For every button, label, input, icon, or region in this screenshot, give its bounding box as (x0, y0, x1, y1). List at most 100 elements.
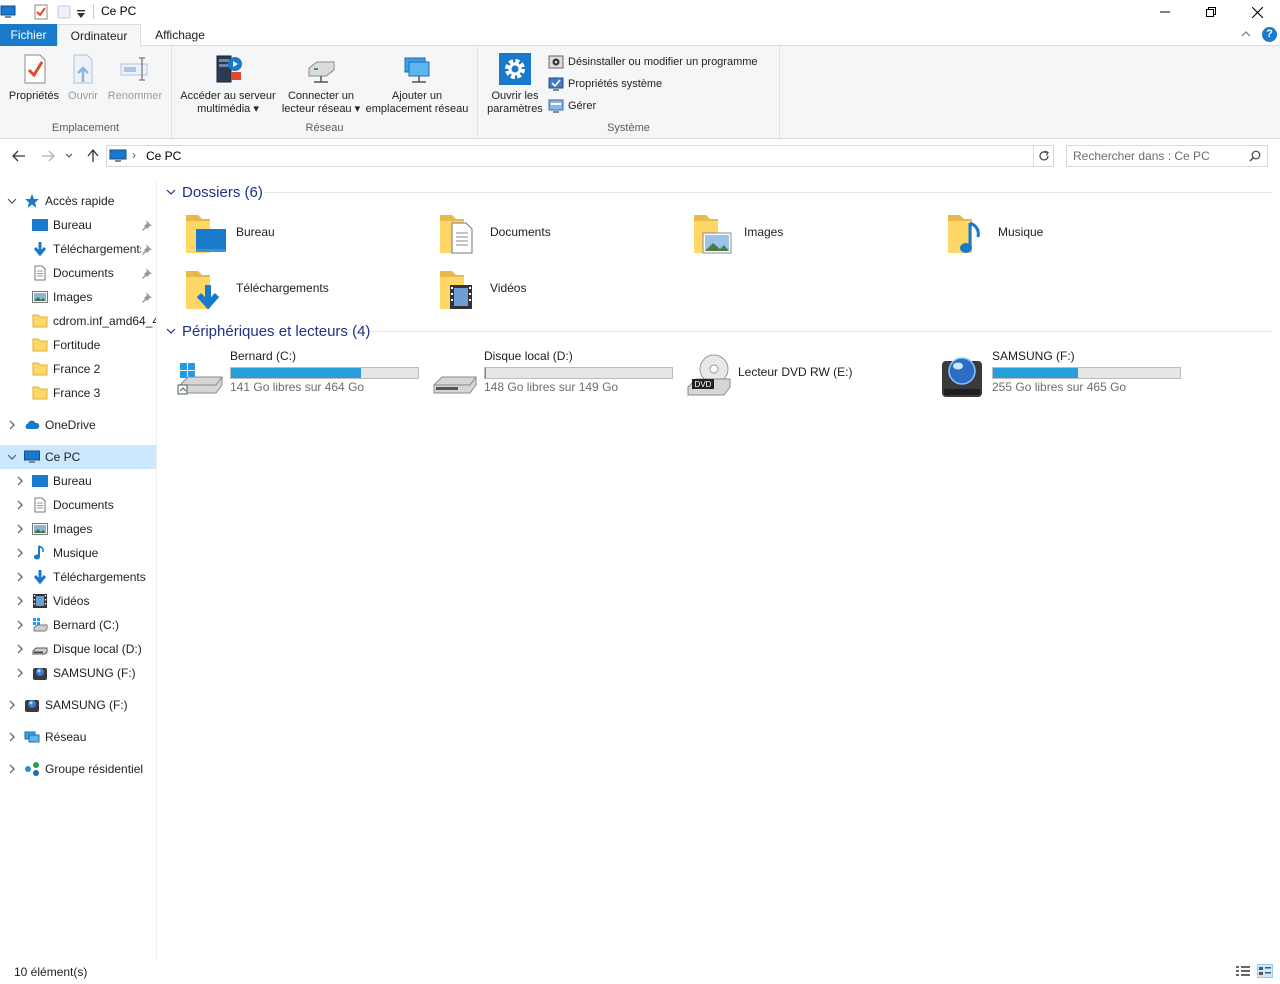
folders-group-header[interactable]: Dossiers (6) (166, 181, 263, 203)
folder-tile-videos[interactable]: Vidéos (436, 265, 676, 313)
folder-tile-documents[interactable]: Documents (436, 209, 676, 257)
tiles-view-icon[interactable] (1257, 964, 1273, 978)
back-button[interactable] (10, 147, 28, 165)
nav-quick-cdrom[interactable]: cdrom.inf_amd64_4 (0, 309, 156, 333)
folder-tile-musique[interactable]: Musique (944, 209, 1184, 257)
minimize-button[interactable] (1142, 0, 1188, 24)
chevron-down-icon[interactable] (6, 195, 18, 207)
nav-pc-documents[interactable]: Documents (0, 493, 156, 517)
add-network-location-button[interactable]: Ajouter un emplacement réseau (364, 52, 470, 116)
pin-icon[interactable] (141, 291, 153, 303)
nav-quick-bureau[interactable]: Bureau (0, 213, 156, 237)
folder-tile-images[interactable]: Images (690, 209, 930, 257)
nav-onedrive[interactable]: OneDrive (0, 413, 156, 437)
folder-tile-bureau[interactable]: Bureau (182, 209, 422, 257)
nav-label: SAMSUNG (F:) (45, 698, 128, 712)
address-bar[interactable]: › Ce PC (106, 145, 1131, 167)
nav-pc-drive-c[interactable]: Bernard (C:) (0, 613, 156, 637)
chevron-right-icon[interactable] (14, 547, 26, 559)
chevron-down-icon[interactable] (6, 451, 18, 463)
restore-button[interactable] (1188, 0, 1234, 24)
pin-icon[interactable] (141, 219, 153, 231)
help-icon[interactable]: ? (1262, 27, 1277, 42)
drive-tile-d[interactable]: Disque local (D:) 148 Go libres sur 149 … (430, 349, 680, 399)
pin-icon[interactable] (141, 267, 153, 279)
nav-pc-musique[interactable]: Musique (0, 541, 156, 565)
breadcrumb-this-pc[interactable]: Ce PC (146, 149, 181, 163)
chevron-right-icon[interactable] (14, 523, 26, 535)
devices-group-header[interactable]: Périphériques et lecteurs (4) (166, 320, 370, 342)
collapse-ribbon-icon[interactable] (1240, 28, 1252, 40)
chevron-right-icon[interactable] (6, 763, 18, 775)
uninstall-program-button[interactable]: Désinstaller ou modifier un programme (548, 53, 758, 71)
system-properties-button[interactable]: Propriétés système (548, 75, 662, 93)
details-view-icon[interactable] (1235, 964, 1251, 978)
nav-label: Accès rapide (45, 194, 115, 208)
chevron-right-icon[interactable] (14, 619, 26, 631)
new-folder-quick-icon[interactable] (57, 3, 71, 21)
nav-pc-downloads[interactable]: Téléchargements (0, 565, 156, 589)
media-server-label-1: Accéder au serveur (180, 90, 276, 102)
folder-tile-downloads[interactable]: Téléchargements (182, 265, 422, 313)
drive-usage-bar (992, 367, 1181, 379)
nav-pc-drive-f[interactable]: SAMSUNG (F:) (0, 661, 156, 685)
computer-icon[interactable] (0, 3, 16, 21)
nav-quick-france2[interactable]: France 2 (0, 357, 156, 381)
nav-homegroup[interactable]: Groupe résidentiel (0, 757, 156, 781)
up-button[interactable] (84, 147, 102, 165)
search-icon[interactable] (1249, 150, 1261, 162)
nav-samsung[interactable]: SAMSUNG (F:) (0, 693, 156, 717)
nav-quick-fortitude[interactable]: Fortitude (0, 333, 156, 357)
media-server-button[interactable]: Accéder au serveur multimédia ▾ (176, 52, 280, 116)
tab-view[interactable]: Affichage (142, 24, 218, 46)
pictures-folder-icon (694, 215, 732, 254)
nav-quick-access[interactable]: Accès rapide (0, 189, 156, 213)
close-button[interactable] (1234, 0, 1280, 24)
rename-button[interactable]: Renommer (104, 52, 166, 103)
chevron-right-icon[interactable] (14, 475, 26, 487)
properties-button[interactable]: Propriétés (6, 52, 62, 103)
chevron-right-icon[interactable] (14, 595, 26, 607)
nav-pc-images[interactable]: Images (0, 517, 156, 541)
search-box[interactable] (1066, 145, 1268, 167)
chevron-right-icon[interactable] (14, 571, 26, 583)
folder-name: Images (744, 225, 784, 239)
refresh-button[interactable] (1034, 145, 1054, 167)
recent-locations-button[interactable] (63, 147, 75, 165)
nav-pc-videos[interactable]: Vidéos (0, 589, 156, 613)
nav-pc-drive-d[interactable]: Disque local (D:) (0, 637, 156, 661)
open-settings-button[interactable]: Ouvrir les paramètres (482, 52, 548, 116)
network-icon (24, 731, 40, 743)
chevron-right-icon[interactable] (6, 731, 18, 743)
search-input[interactable] (1073, 148, 1243, 164)
manage-button[interactable]: Gérer (548, 97, 596, 115)
chevron-right-icon[interactable] (14, 667, 26, 679)
nav-quick-downloads[interactable]: Téléchargements (0, 237, 156, 261)
breadcrumb-chevron-icon[interactable]: › (132, 148, 136, 162)
uninstall-label: Désinstaller ou modifier un programme (568, 56, 758, 68)
nav-network[interactable]: Réseau (0, 725, 156, 749)
map-network-drive-button[interactable]: Connecter un lecteur réseau ▾ (278, 52, 364, 116)
properties-quick-icon[interactable] (33, 3, 49, 21)
pin-icon[interactable] (141, 243, 153, 255)
nav-quick-documents[interactable]: Documents (0, 261, 156, 285)
customize-toolbar-icon[interactable] (76, 5, 86, 23)
nav-quick-images[interactable]: Images (0, 285, 156, 309)
forward-arrow-icon (42, 150, 55, 162)
nav-this-pc[interactable]: Ce PC (0, 445, 156, 469)
drive-tile-c[interactable]: Bernard (C:) 141 Go libres sur 464 Go (176, 349, 426, 399)
drive-tile-e[interactable]: DVD Lecteur DVD RW (E:) (684, 349, 934, 399)
forward-button[interactable] (39, 147, 57, 165)
chevron-right-icon[interactable] (6, 419, 18, 431)
nav-pc-bureau[interactable]: Bureau (0, 469, 156, 493)
chevron-right-icon[interactable] (14, 499, 26, 511)
tab-file[interactable]: Fichier (0, 24, 57, 46)
open-button[interactable]: Ouvrir (64, 52, 102, 103)
drive-tile-f[interactable]: SAMSUNG (F:) 255 Go libres sur 465 Go (938, 349, 1188, 399)
chevron-right-icon[interactable] (6, 699, 18, 711)
nav-label: SAMSUNG (F:) (53, 666, 136, 680)
nav-quick-france3[interactable]: France 3 (0, 381, 156, 405)
nav-label: Disque local (D:) (53, 642, 142, 656)
chevron-right-icon[interactable] (14, 643, 26, 655)
tab-computer[interactable]: Ordinateur (57, 24, 141, 47)
